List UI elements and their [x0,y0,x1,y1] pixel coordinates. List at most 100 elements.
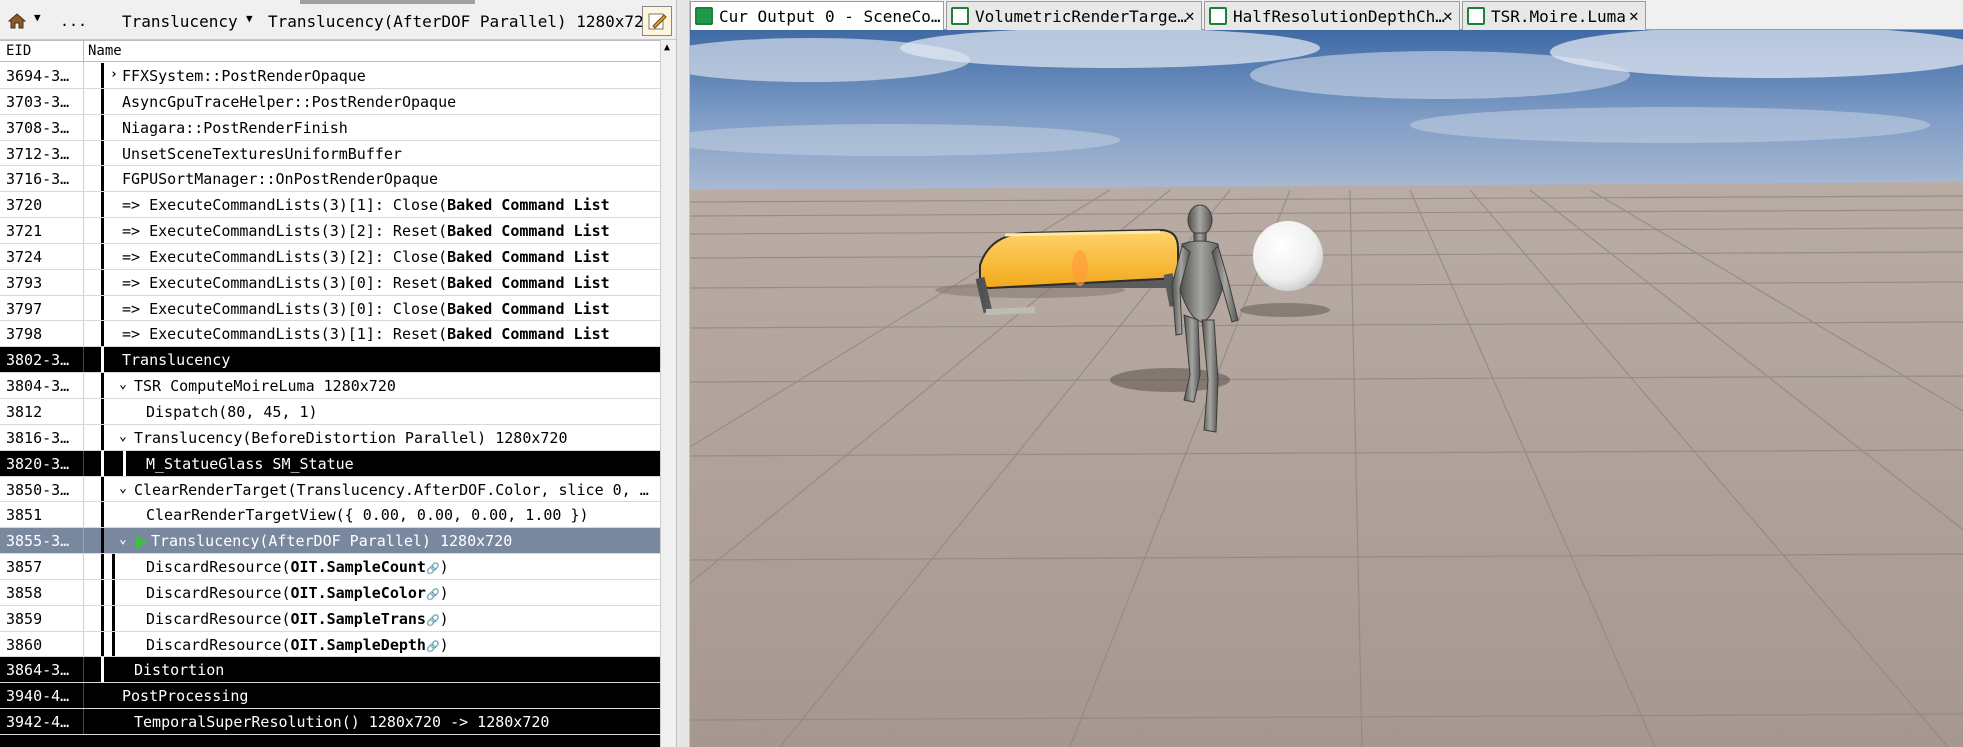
row-eid: 3820-3… [6,454,70,473]
table-row[interactable]: 3712-3… UnsetSceneTexturesUniformBuffer [0,140,660,167]
panel-splitter[interactable] [676,0,690,747]
row-name: FGPUSortManager::OnPostRenderOpaque [122,170,439,189]
table-row[interactable]: 3716-3… FGPUSortManager::OnPostRenderOpa… [0,166,660,193]
column-header-eid[interactable]: EID [6,43,31,59]
row-name-text: => ExecuteCommandLists(3)[1]: Close( [122,196,448,215]
table-row[interactable]: 3708-3… Niagara::PostRenderFinish [0,114,660,141]
marker-row[interactable]: 3820-3… M_StatueGlass SM_Statue [0,450,660,477]
link-icon[interactable]: 🔗 [426,640,440,653]
row-name-text: ) [439,558,449,577]
row-eid: 3724 [6,247,43,266]
table-row[interactable]: 3804-3… ⌄ TSR ComputeMoireLuma 1280x720 [0,373,660,399]
chevron-down-icon[interactable]: ▼ [34,11,41,24]
table-row[interactable]: 3860 DiscardResource(OIT.SampleDepth🔗) [0,631,660,658]
tab-label: HalfResolutionDepthCh… [1233,7,1445,26]
marker-row[interactable] [0,734,660,747]
home-icon[interactable] [8,12,26,30]
row-name: => ExecuteCommandLists(3)[2]: Close(Bake… [122,248,610,266]
resource-name[interactable]: OIT.SampleColor [291,584,426,602]
table-row[interactable]: 3798 => ExecuteCommandLists(3)[1]: Reset… [0,321,660,348]
row-eid: 3721 [6,222,43,241]
table-row[interactable]: 3812 Dispatch(80, 45, 1) [0,398,660,425]
selected-row[interactable]: 3855-3… ⌄ Translucency(AfterDOF Parallel… [0,528,660,555]
breadcrumb-ellipsis[interactable]: ... [60,12,87,30]
table-row[interactable]: 3797 => ExecuteCommandLists(3)[0]: Close… [0,295,660,322]
table-row[interactable]: 3793 => ExecuteCommandLists(3)[0]: Reset… [0,269,660,296]
texture-tab-bar: Cur Output 0 - SceneCo… VolumetricRender… [690,0,1963,31]
row-eid: 3703-3… [6,92,70,111]
row-name-text: DiscardResource( [146,609,291,628]
row-name: DiscardResource(OIT.SampleColor🔗) [146,584,449,602]
resource-name[interactable]: Baked Command List [447,248,610,266]
column-header-name[interactable]: Name [88,43,122,59]
texture-icon [695,7,713,25]
link-icon[interactable]: 🔗 [426,588,440,601]
resource-name[interactable]: Baked Command List [447,274,610,292]
chevron-down-icon[interactable]: ⌄ [119,429,127,444]
table-row[interactable]: 3703-3… AsyncGpuTraceHelper::PostRenderO… [0,88,660,115]
texture-preview[interactable] [690,30,1963,747]
marker-row[interactable]: 3802-3… Translucency [0,347,660,374]
resource-name[interactable]: OIT.SampleCount [291,558,426,576]
row-eid: 3860 [6,635,43,654]
resource-name[interactable]: Baked Command List [447,196,610,214]
marker-row[interactable]: 3942-4… TemporalSuperResolution() 1280x7… [0,709,660,735]
tab-label: Cur Output 0 - SceneCo… [719,7,941,26]
tab-tsr-moire-luma[interactable]: TSR.Moire.Luma ✕ [1462,1,1646,30]
marker-row[interactable]: 3940-4… PostProcessing [0,683,660,710]
breadcrumb-current[interactable]: Translucency(AfterDOF Parallel) 1280x720 [268,12,653,31]
play-icon [136,534,147,549]
row-name: Distortion [134,661,225,680]
tab-label: VolumetricRenderTarge… [975,7,1187,26]
row-name: Dispatch(80, 45, 1) [146,402,318,421]
row-eid: 3859 [6,609,43,628]
row-eid: 3708-3… [6,118,70,137]
vertical-scrollbar[interactable]: ▲ [660,40,676,747]
tab-half-resolution-depth[interactable]: HalfResolutionDepthCh… ✕ [1204,1,1460,30]
table-row[interactable]: 3851 ClearRenderTargetView({ 0.00, 0.00,… [0,502,660,529]
row-name-text: DiscardResource( [146,583,291,602]
chevron-down-icon[interactable]: ⌄ [119,377,127,392]
row-name-text: ) [439,635,449,654]
row-name: M_StatueGlass SM_Statue [146,454,354,473]
chevron-down-icon[interactable]: ⌄ [119,532,127,547]
table-row[interactable]: 3816-3… ⌄ Translucency(BeforeDistortion … [0,424,660,451]
chevron-down-icon[interactable]: ▼ [246,12,253,25]
table-row[interactable]: 3694-3… › FFXSystem::PostRenderOpaque [0,63,660,89]
table-row[interactable]: 3850-3… ⌄ ClearRenderTarget(Translucency… [0,476,660,503]
close-icon[interactable]: ✕ [1629,6,1639,25]
row-name-text: => ExecuteCommandLists(3)[0]: Reset( [122,273,448,292]
resource-name[interactable]: OIT.SampleTrans [291,610,426,628]
resource-name[interactable]: Baked Command List [447,300,610,318]
link-icon[interactable]: 🔗 [426,562,440,575]
resource-name[interactable]: Baked Command List [447,222,610,240]
tab-volumetric-render-target[interactable]: VolumetricRenderTarge… ✕ [946,1,1202,30]
table-row[interactable]: 3724 => ExecuteCommandLists(3)[2]: Close… [0,243,660,270]
chevron-down-icon[interactable]: ⌄ [119,481,127,496]
row-eid: 3857 [6,558,43,577]
link-icon[interactable]: 🔗 [426,614,440,627]
marker-row[interactable]: 3864-3… Distortion [0,657,660,684]
row-name-text: Translucency(AfterDOF Parallel) 1280x720 [151,532,513,551]
table-row[interactable]: 3720 => ExecuteCommandLists(3)[1]: Close… [0,192,660,219]
texture-icon [1467,7,1485,25]
tab-cur-output[interactable]: Cur Output 0 - SceneCo… [690,1,944,31]
breadcrumb-parent[interactable]: Translucency [122,12,238,31]
grid-header: EID Name [0,40,660,63]
scroll-up-icon[interactable]: ▲ [664,42,670,53]
edit-button[interactable] [642,6,672,36]
tab-label: TSR.Moire.Luma [1491,7,1626,26]
table-row[interactable]: 3857 DiscardResource(OIT.SampleCount🔗) [0,554,660,580]
row-name: FFXSystem::PostRenderOpaque [122,67,366,85]
close-icon[interactable]: ✕ [1443,6,1453,25]
chevron-right-icon[interactable]: › [110,67,118,82]
resource-name[interactable]: Baked Command List [447,325,610,343]
table-row[interactable]: 3721 => ExecuteCommandLists(3)[2]: Reset… [0,218,660,244]
row-name: ClearRenderTarget(Translucency.AfterDOF.… [134,480,649,499]
table-row[interactable]: 3858 DiscardResource(OIT.SampleColor🔗) [0,579,660,606]
table-row[interactable]: 3859 DiscardResource(OIT.SampleTrans🔗) [0,605,660,632]
row-name: TemporalSuperResolution() 1280x720 -> 12… [134,713,550,732]
close-icon[interactable]: ✕ [1185,6,1195,25]
row-name: => ExecuteCommandLists(3)[2]: Reset(Bake… [122,222,610,240]
resource-name[interactable]: OIT.SampleDepth [291,636,426,654]
